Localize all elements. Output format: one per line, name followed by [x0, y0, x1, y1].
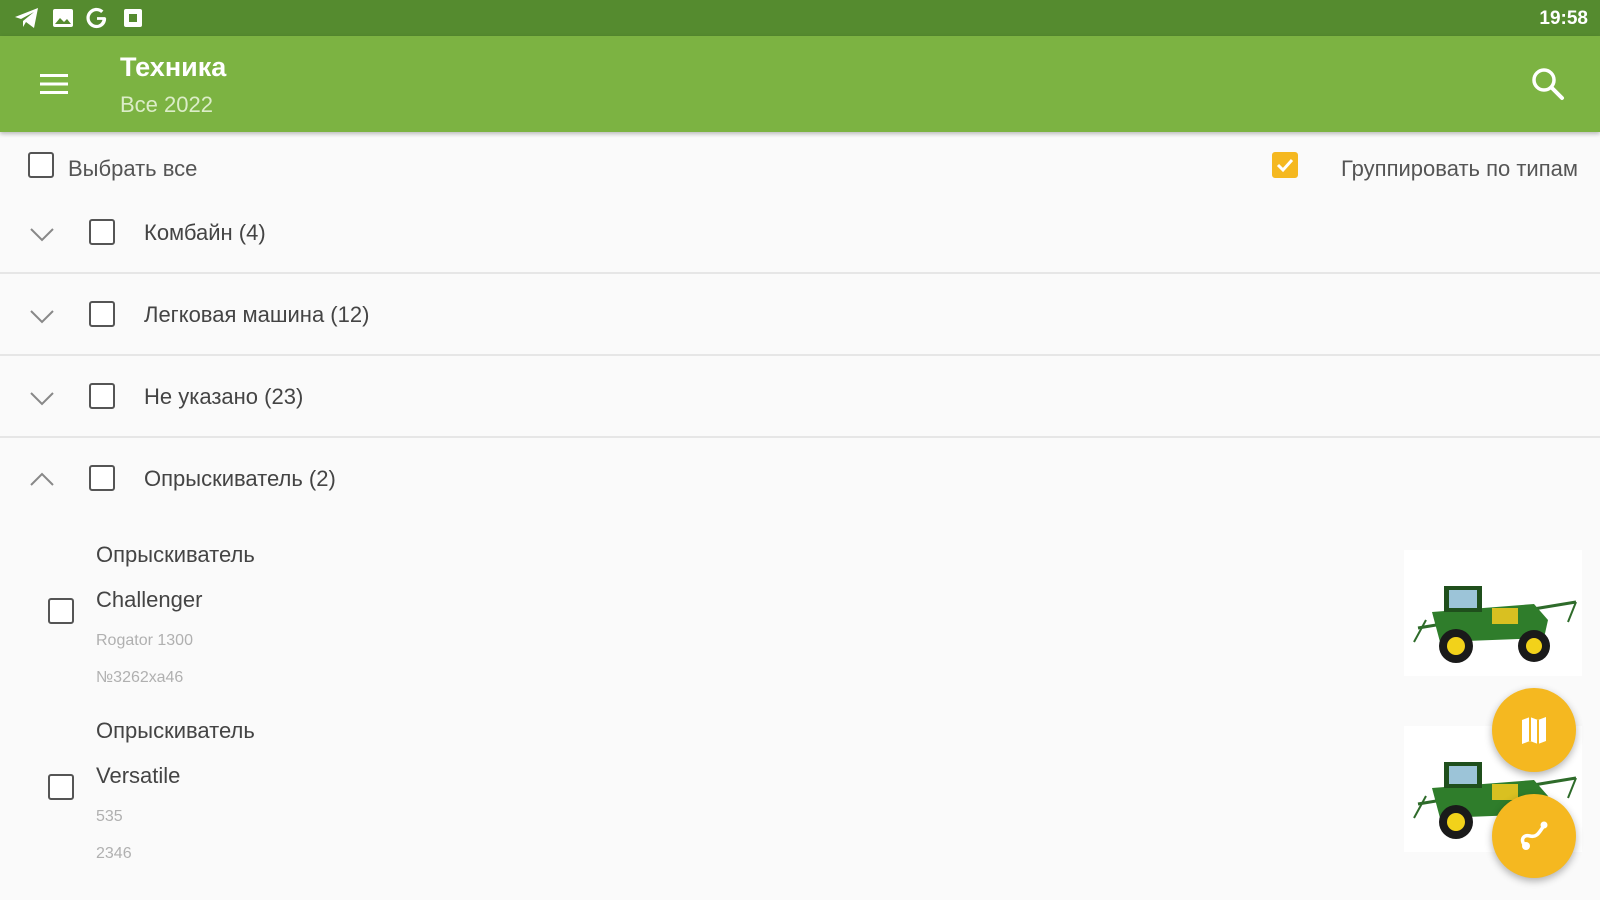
- item-checkbox[interactable]: [48, 774, 74, 800]
- page-title: Техника: [120, 52, 227, 82]
- route-fab-button[interactable]: [1492, 794, 1576, 878]
- item-number: 2346: [96, 845, 132, 862]
- checkmark-icon: [1276, 158, 1294, 173]
- hamburger-menu-button[interactable]: [34, 64, 74, 104]
- item-name: Challenger: [96, 587, 203, 612]
- chevron-down-icon[interactable]: [28, 220, 56, 248]
- item-thumbnail: [1404, 550, 1582, 676]
- group-row-unspecified[interactable]: Не указано (23): [0, 356, 1600, 438]
- group-checkbox[interactable]: [89, 219, 115, 245]
- group-label: Опрыскиватель (2): [144, 466, 336, 491]
- item-number: №3262ха46: [96, 669, 184, 686]
- group-label: Легковая машина (12): [144, 302, 370, 327]
- app-bar: Техника Все 2022: [0, 36, 1600, 132]
- status-time: 19:58: [1539, 8, 1588, 29]
- group-by-type-checkbox[interactable]: [1272, 152, 1298, 178]
- status-bar: 19:58: [0, 0, 1600, 36]
- select-all-checkbox[interactable]: [28, 152, 54, 178]
- item-model: 535: [96, 808, 123, 825]
- item-name: Versatile: [96, 763, 181, 788]
- hamburger-menu-icon: [40, 74, 68, 94]
- group-checkbox[interactable]: [89, 465, 115, 491]
- group-row-combine[interactable]: Комбайн (4): [0, 192, 1600, 274]
- map-fab-button[interactable]: [1492, 688, 1576, 772]
- item-type: Опрыскиватель: [96, 718, 255, 743]
- group-row-sprayer[interactable]: Опрыскиватель (2): [0, 438, 1600, 520]
- sprayer-image: [1413, 586, 1577, 663]
- list-item[interactable]: Опрыскиватель Versatile 535 2346: [0, 706, 1600, 882]
- chevron-down-icon[interactable]: [28, 384, 56, 412]
- map-icon: [1522, 717, 1546, 744]
- group-by-type-label[interactable]: Группировать по типам: [1341, 156, 1578, 182]
- page-subtitle: Все 2022: [120, 92, 213, 117]
- telegram-icon: [15, 8, 38, 28]
- item-checkbox[interactable]: [48, 598, 74, 624]
- item-model: Rogator 1300: [96, 632, 193, 649]
- select-all-label[interactable]: Выбрать все: [68, 156, 197, 182]
- google-icon: [86, 7, 107, 29]
- route-icon: [1520, 821, 1548, 850]
- group-row-car[interactable]: Легковая машина (12): [0, 274, 1600, 356]
- item-type: Опрыскиватель: [96, 542, 255, 567]
- group-checkbox[interactable]: [89, 383, 115, 409]
- chevron-down-icon[interactable]: [28, 302, 56, 330]
- chevron-up-icon[interactable]: [28, 466, 56, 494]
- image-icon: [53, 9, 73, 27]
- search-button[interactable]: [1528, 64, 1568, 104]
- list-item[interactable]: Опрыскиватель Challenger Rogator 1300 №3…: [0, 530, 1600, 706]
- group-label: Комбайн (4): [144, 220, 266, 245]
- search-icon: [1532, 68, 1564, 100]
- app-icon: [124, 9, 142, 27]
- group-checkbox[interactable]: [89, 301, 115, 327]
- group-label: Не указано (23): [144, 384, 304, 409]
